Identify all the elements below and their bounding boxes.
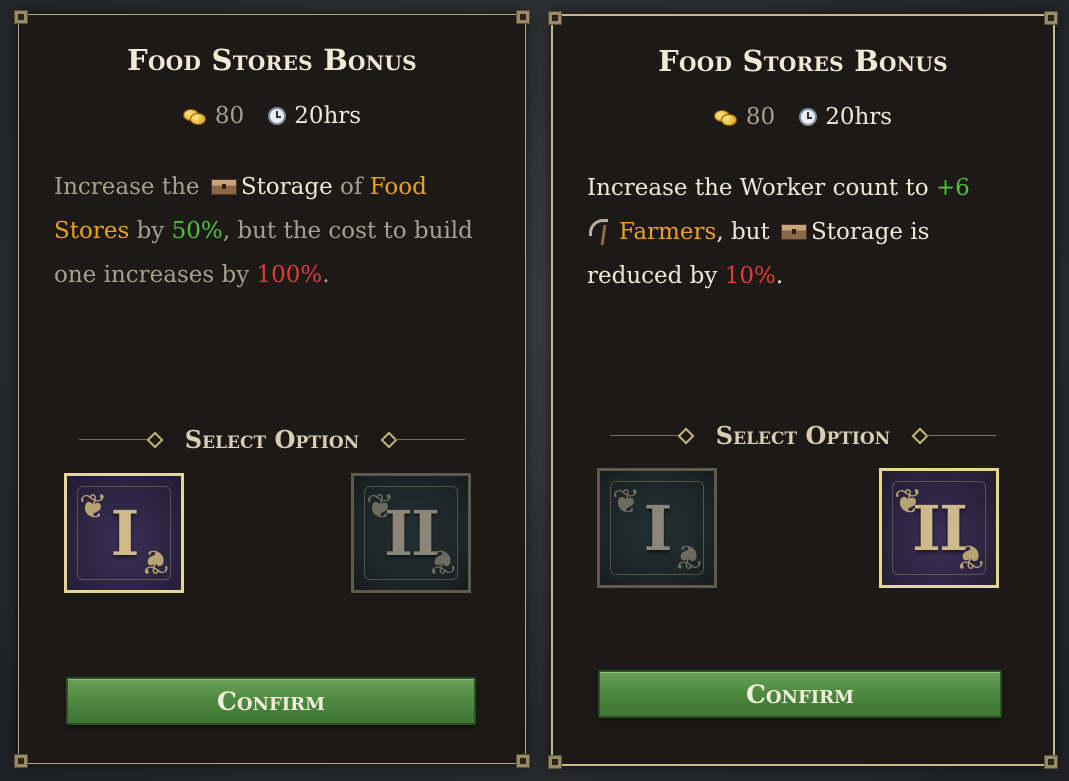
select-option-header: Select Option bbox=[19, 425, 525, 454]
option-panel-left: Food Stores Bonus 80 20hrs Increase the … bbox=[14, 10, 530, 768]
desc-text: Increase the Worker count to bbox=[587, 175, 929, 201]
time-cost: 20hrs bbox=[294, 103, 362, 129]
corner-ornament bbox=[1044, 11, 1058, 25]
corner-ornament bbox=[548, 755, 562, 769]
desc-text: , but bbox=[716, 219, 770, 245]
desc-farmers: Farmers bbox=[619, 219, 717, 245]
option-one-button[interactable]: ❦ ❦ I bbox=[597, 468, 717, 588]
select-option-label: Select Option bbox=[184, 425, 360, 454]
desc-text: of bbox=[340, 174, 363, 200]
option-one-button[interactable]: ❦ ❦ I bbox=[64, 473, 184, 593]
desc-text: . bbox=[322, 262, 330, 288]
time-cost: 20hrs bbox=[825, 104, 893, 130]
coin-cost: 80 bbox=[745, 104, 776, 130]
corner-ornament bbox=[1044, 755, 1058, 769]
desc-storage: Storage bbox=[240, 174, 333, 200]
desc-storage: Storage bbox=[811, 219, 903, 245]
divider-line bbox=[395, 439, 466, 440]
clock-icon bbox=[799, 108, 818, 126]
storage-chest-icon bbox=[210, 179, 237, 195]
corner-ornament bbox=[516, 754, 530, 768]
diamond-icon bbox=[677, 427, 695, 444]
panel-title: Food Stores Bonus bbox=[127, 43, 417, 77]
cost-row: 80 20hrs bbox=[553, 104, 1053, 130]
clock-icon bbox=[268, 107, 287, 125]
option-description: Increase the Storage of Food Stores by 5… bbox=[54, 165, 494, 297]
desc-text: Increase the bbox=[54, 174, 200, 200]
corner-ornament bbox=[14, 10, 28, 24]
corner-ornament bbox=[548, 11, 562, 25]
option-description: Increase the Worker count to +6 Farmers,… bbox=[587, 166, 1027, 298]
desc-worker-delta: +6 bbox=[935, 175, 970, 201]
desc-text: . bbox=[775, 263, 784, 289]
desc-percent-increase: 50% bbox=[171, 218, 223, 244]
storage-chest-icon bbox=[781, 224, 808, 240]
panel-title: Food Stores Bonus bbox=[658, 44, 948, 78]
confirm-button[interactable]: Confirm bbox=[66, 677, 476, 725]
scroll-ornament-icon: ❦ bbox=[366, 487, 395, 527]
confirm-button[interactable]: Confirm bbox=[598, 670, 1002, 718]
divider-line bbox=[78, 439, 149, 440]
cost-row: 80 20hrs bbox=[19, 103, 525, 129]
option-two-button[interactable]: ❦ ❦ II bbox=[879, 468, 999, 588]
diamond-icon bbox=[146, 431, 164, 448]
select-option-label: Select Option bbox=[715, 421, 891, 450]
gold-coins-icon bbox=[182, 108, 207, 125]
scroll-ornament-icon: ❦ bbox=[140, 541, 170, 581]
scroll-ornament-icon: ❦ bbox=[79, 487, 108, 527]
select-option-header: Select Option bbox=[553, 421, 1053, 450]
scroll-ornament-icon: ❦ bbox=[427, 541, 457, 581]
option-panel-right: Food Stores Bonus 80 20hrs Increase the … bbox=[548, 11, 1058, 769]
divider-line bbox=[926, 435, 997, 436]
desc-percent-cost: 100% bbox=[256, 262, 323, 288]
desc-text: by bbox=[136, 218, 165, 244]
corner-ornament bbox=[516, 10, 530, 24]
option-two-button[interactable]: ❦ ❦ II bbox=[351, 473, 471, 593]
coin-cost: 80 bbox=[214, 103, 245, 129]
scroll-ornament-icon: ❦ bbox=[612, 482, 641, 522]
scroll-ornament-icon: ❦ bbox=[894, 482, 923, 522]
divider-line bbox=[609, 435, 680, 436]
scythe-icon bbox=[587, 219, 609, 245]
corner-ornament bbox=[14, 754, 28, 768]
scroll-ornament-icon: ❦ bbox=[673, 536, 703, 576]
desc-percent-decrease: 10% bbox=[724, 263, 776, 289]
scroll-ornament-icon: ❦ bbox=[955, 536, 985, 576]
gold-coins-icon bbox=[713, 109, 738, 126]
